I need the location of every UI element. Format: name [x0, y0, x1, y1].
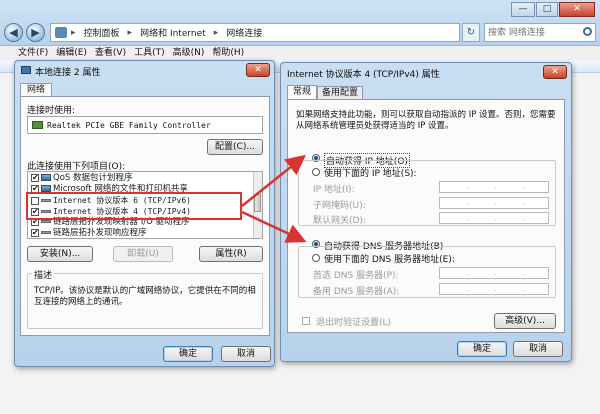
annotation-arrows — [241, 154, 307, 243]
arrow-to-auto-ip — [241, 154, 306, 207]
arrow-to-auto-dns — [241, 210, 307, 243]
